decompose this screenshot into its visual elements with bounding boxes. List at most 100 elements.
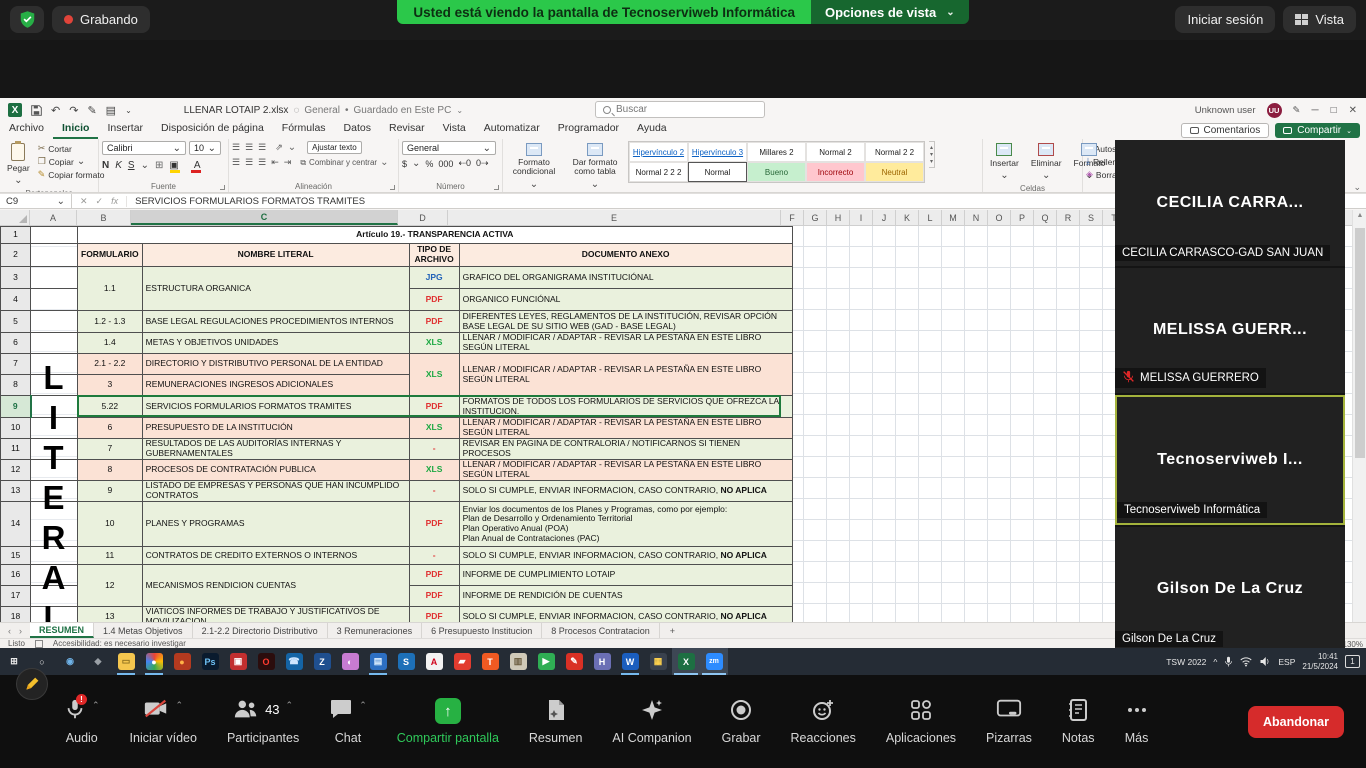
cell-documento-anexo[interactable]: ORGANICO FUNCIÓNAL (459, 289, 792, 311)
cell-style-incorrecto[interactable]: Incorrecto (806, 162, 865, 182)
dialog-launcher-icon[interactable] (220, 185, 225, 190)
cell-column-a[interactable] (31, 289, 78, 311)
row-header-9[interactable]: 9 (1, 396, 31, 418)
cell-style-normal-2-2[interactable]: Normal 2 2 (865, 142, 924, 162)
row-header-8[interactable]: 8 (1, 375, 31, 396)
cell-formulario[interactable]: 6 (78, 418, 143, 439)
h-app-icon[interactable]: H (588, 648, 616, 675)
cell-tipo-archivo[interactable]: XLS (409, 418, 459, 439)
sensitivity-badge[interactable]: General (304, 105, 340, 116)
cell-style-normal-2[interactable]: Normal 2 (806, 142, 865, 162)
annotation-pencil-icon[interactable] (16, 668, 48, 700)
cell-style-hipervínculo-2[interactable]: Hipervínculo 2 (629, 142, 688, 162)
cell-style-normal[interactable]: Normal (688, 162, 747, 182)
teamviewer-icon[interactable]: T (476, 648, 504, 675)
tray-mic-icon[interactable] (1224, 656, 1233, 668)
paste-button[interactable]: Pegar⌄ (3, 141, 34, 188)
keyboard-app-icon[interactable]: ▦ (644, 648, 672, 675)
column-header-H[interactable]: H (827, 210, 850, 225)
cell-formulario[interactable]: 9 (78, 481, 143, 502)
cell-tipo-archivo[interactable]: - (409, 547, 459, 565)
dialog-launcher-icon[interactable] (390, 185, 395, 190)
column-header-L[interactable]: L (919, 210, 942, 225)
fill-color-button[interactable]: ▣ (169, 160, 179, 171)
word-icon[interactable]: W (616, 648, 644, 675)
close-button[interactable]: ✕ (1349, 105, 1358, 116)
delete-cells-button[interactable]: Eliminar⌄ (1027, 141, 1066, 183)
tray-expand-icon[interactable]: ^ (1213, 657, 1217, 667)
row-header-13[interactable]: 13 (1, 481, 31, 502)
cell-documento-anexo[interactable]: Enviar los documentos de los Planes y Pr… (459, 502, 792, 547)
cell-tipo-archivo[interactable]: PDF (409, 311, 459, 333)
cell-formulario[interactable]: 1.4 (78, 333, 143, 354)
notification-center-icon[interactable]: 1 (1345, 655, 1360, 668)
chevron-up-icon[interactable]: ⌃ (175, 700, 183, 711)
menu-tab-archivo[interactable]: Archivo (0, 121, 53, 139)
row-header-3[interactable]: 3 (1, 267, 31, 289)
decrease-decimal-button[interactable]: 0⇢ (476, 158, 489, 169)
player-app-icon[interactable]: ▶ (532, 648, 560, 675)
formula-content[interactable]: SERVICIOS FORMULARIOS FORMATOS TRAMITES (127, 196, 365, 207)
row-header-4[interactable]: 4 (1, 289, 31, 311)
cell-nombre-literal[interactable]: RESULTADOS DE LAS AUDITORÍAS INTERNAS Y … (142, 439, 409, 460)
participant-tile[interactable]: Gilson De La CruzGilson De La Cruz (1115, 527, 1345, 653)
row-header-17[interactable]: 17 (1, 586, 31, 607)
participant-tile[interactable]: MELISSA GUERR...MELISSA GUERRERO (1115, 268, 1345, 394)
leave-button[interactable]: Abandonar (1248, 706, 1344, 738)
cell-column-a[interactable] (31, 244, 78, 267)
cell-nombre-literal[interactable]: LISTADO DE EMPRESAS Y PERSONAS QUE HAN I… (142, 481, 409, 502)
archive-app-icon[interactable]: ▥ (504, 648, 532, 675)
align-bottom-icon[interactable]: ☰ (258, 142, 266, 153)
row-header-2[interactable]: 2 (1, 244, 31, 267)
cell-formulario[interactable]: 1.2 - 1.3 (78, 311, 143, 333)
row-header-7[interactable]: 7 (1, 354, 31, 375)
cell-style-bueno[interactable]: Bueno (747, 162, 806, 182)
orientation-icon[interactable]: ⇗ (275, 142, 283, 153)
paint-app-icon[interactable]: ◐ (336, 648, 364, 675)
increase-decimal-button[interactable]: ⇠0 (458, 158, 471, 169)
currency-button[interactable]: $ (402, 159, 407, 169)
restore-button[interactable]: □ (1331, 105, 1338, 116)
cell-formulario[interactable]: 5.22 (78, 396, 143, 418)
qat-customize-icon[interactable]: ⌄ (125, 106, 132, 115)
cell-tipo-archivo[interactable]: PDF (409, 289, 459, 311)
excel-icon[interactable]: X (672, 648, 700, 675)
table-column-header[interactable]: TIPO DE ARCHIVO (409, 244, 459, 267)
user-name-label[interactable]: Unknown user (1195, 105, 1256, 116)
align-left-icon[interactable]: ☰ (232, 157, 240, 168)
messaging-app-icon[interactable]: S (392, 648, 420, 675)
participantes-button[interactable]: 43⌃Participantes (227, 698, 299, 745)
cell-formulario[interactable]: 3 (78, 375, 143, 396)
participant-tile[interactable]: CECILIA CARRA...CECILIA CARRASCO-GAD SAN… (1115, 140, 1345, 266)
indent-increase-icon[interactable]: ⇥ (284, 157, 292, 168)
column-header-N[interactable]: N (965, 210, 988, 225)
cell-column-a[interactable] (31, 333, 78, 354)
row-header-14[interactable]: 14 (1, 502, 31, 547)
chevron-up-icon[interactable]: ⌃ (286, 700, 294, 711)
italic-button[interactable]: K (115, 160, 122, 171)
conditional-formatting-button[interactable]: Formato condicional⌄ (506, 141, 562, 192)
cell-tipo-archivo[interactable]: XLS (409, 333, 459, 354)
cell-nombre-literal[interactable]: METAS Y OBJETIVOS UNIDADES (142, 333, 409, 354)
cell-nombre-literal[interactable]: PRESUPUESTO DE LA INSTITUCIÓN (142, 418, 409, 439)
cell-nombre-literal[interactable]: PROCESOS DE CONTRATACIÓN PUBLICA (142, 460, 409, 481)
people-app-icon[interactable]: ◉ (56, 648, 84, 675)
clipboard-icon[interactable]: ▤ (106, 104, 116, 117)
cell-documento-anexo[interactable]: SOLO SI CUMPLE, ENVIAR INFORMACION, CASO… (459, 547, 792, 565)
styles-scroll-buttons[interactable]: ▴▾▾ (929, 141, 935, 168)
row-header-18[interactable]: 18 (1, 607, 31, 623)
macro-record-icon[interactable] (35, 640, 43, 648)
cell-formulario[interactable]: 8 (78, 460, 143, 481)
row-header-5[interactable]: 5 (1, 311, 31, 333)
acrobat-icon[interactable]: ✎ (560, 648, 588, 675)
opera-icon[interactable]: O (252, 648, 280, 675)
cell-formulario[interactable]: 10 (78, 502, 143, 547)
row-header-11[interactable]: 11 (1, 439, 31, 460)
phone-app-icon[interactable]: ☎ (280, 648, 308, 675)
column-header-I[interactable]: I (850, 210, 873, 225)
column-header-E[interactable]: E (448, 210, 781, 225)
sheet-tab-8-procesos-contratacion[interactable]: 8 Procesos Contratacion (542, 623, 660, 638)
column-header-D[interactable]: D (398, 210, 448, 225)
align-top-icon[interactable]: ☰ (232, 142, 240, 153)
sheet-tab-resumen[interactable]: RESUMEN (30, 623, 94, 638)
